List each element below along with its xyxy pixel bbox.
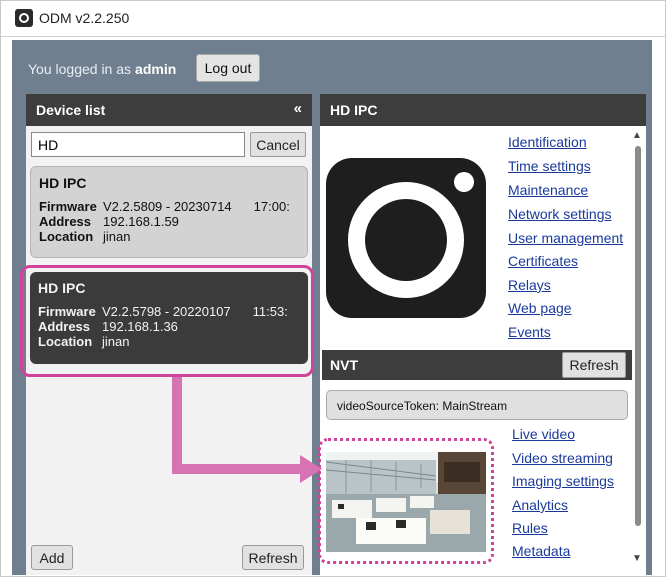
nvt-title: NVT	[330, 357, 358, 373]
device-list-title: Device list	[36, 102, 106, 118]
scrollbar-thumb[interactable]	[635, 146, 641, 526]
video-preview-thumbnail[interactable]	[326, 452, 486, 552]
annotation-arrow-head	[300, 455, 322, 483]
search-input[interactable]	[31, 132, 245, 157]
add-button[interactable]: Add	[31, 545, 73, 570]
app-title: ODM v2.2.250	[39, 10, 130, 26]
firmware-label: Firmware	[39, 199, 97, 214]
cancel-button[interactable]: Cancel	[250, 132, 306, 157]
link-user-management[interactable]: User management	[508, 230, 623, 246]
annotation-arrow-stem	[172, 377, 182, 474]
selected-device-highlight	[20, 265, 314, 377]
link-metadata[interactable]: Metadata	[512, 543, 570, 559]
annotation-arrow-bar	[172, 464, 300, 474]
device-list-refresh-button[interactable]: Refresh	[242, 545, 304, 570]
link-live-video[interactable]: Live video	[512, 426, 575, 442]
link-time-settings[interactable]: Time settings	[508, 158, 591, 174]
address-label: Address	[39, 214, 92, 229]
firmware-value: V2.2.5809 - 20230714	[103, 199, 232, 214]
camera-icon	[326, 158, 486, 318]
address-value: 192.168.1.59	[103, 214, 179, 229]
link-events[interactable]: Events	[508, 324, 551, 340]
login-prefix: You logged in as	[28, 61, 132, 77]
login-user: admin	[135, 61, 177, 77]
location-label: Location	[39, 229, 94, 244]
location-value: jinan	[103, 229, 131, 244]
camera-lens	[365, 199, 447, 281]
link-rules[interactable]: Rules	[512, 520, 548, 536]
nvt-refresh-button[interactable]: Refresh	[562, 352, 626, 378]
link-certificates[interactable]: Certificates	[508, 253, 578, 269]
scroll-down-icon[interactable]: ▼	[632, 553, 642, 564]
link-imaging-settings[interactable]: Imaging settings	[512, 473, 614, 489]
device-card[interactable]: HD IPC Firmware V2.2.5809 - 20230714 17:00…	[30, 166, 308, 258]
title-bar: ODM v2.2.250	[1, 1, 665, 37]
link-relays[interactable]: Relays	[508, 277, 551, 293]
camera-lens-ring	[348, 182, 464, 298]
firmware-time: 17:00:	[253, 199, 290, 214]
camera-flash-dot	[454, 172, 474, 192]
login-status: You logged in as admin	[28, 61, 176, 77]
link-network-settings[interactable]: Network settings	[508, 206, 611, 222]
app-camera-icon	[15, 9, 33, 27]
logout-button[interactable]: Log out	[196, 54, 260, 82]
device-name: HD IPC	[39, 175, 87, 191]
link-identification[interactable]: Identification	[508, 134, 587, 150]
link-web-page[interactable]: Web page	[508, 300, 572, 316]
device-list-header: Device list «	[26, 94, 312, 126]
office-photo	[326, 452, 486, 552]
link-analytics[interactable]: Analytics	[512, 497, 568, 513]
link-maintenance[interactable]: Maintenance	[508, 182, 588, 198]
video-source-token[interactable]: videoSourceToken: MainStream	[326, 390, 628, 420]
collapse-icon[interactable]: «	[294, 100, 302, 117]
link-video-streaming[interactable]: Video streaming	[512, 450, 613, 466]
device-detail-header: HD IPC	[320, 94, 646, 126]
scroll-up-icon[interactable]: ▲	[632, 130, 642, 141]
device-detail-title: HD IPC	[330, 102, 378, 118]
